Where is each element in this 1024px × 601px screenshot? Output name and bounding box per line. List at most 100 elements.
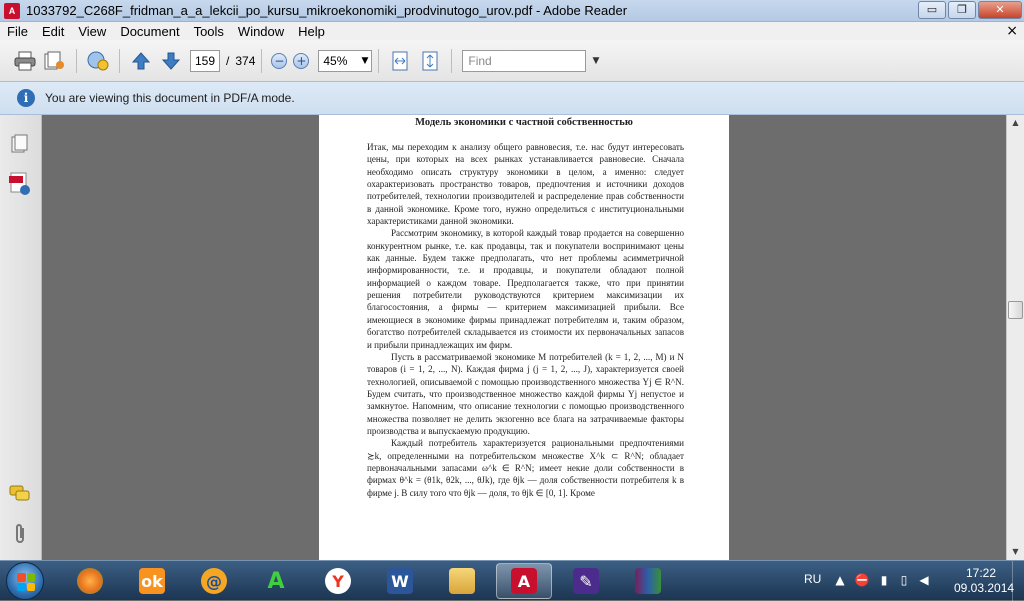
find-input[interactable]: Find ▼ bbox=[462, 49, 599, 72]
minus-icon: − bbox=[274, 53, 285, 68]
menu-bar: File Edit View Document Tools Window Hel… bbox=[0, 22, 1024, 40]
taskbar-green-app[interactable]: A bbox=[248, 563, 304, 599]
clock-time: 17:22 bbox=[965, 566, 997, 580]
pages-panel-button[interactable] bbox=[9, 133, 31, 155]
menu-file[interactable]: File bbox=[0, 24, 35, 39]
paperclip-icon bbox=[16, 524, 24, 543]
pages-icon bbox=[11, 134, 28, 153]
clock[interactable]: 17:22 09.03.2014 bbox=[954, 566, 1014, 596]
mail-at-icon: @ bbox=[201, 568, 227, 594]
plus-icon: + bbox=[296, 53, 307, 68]
toolbar-separator bbox=[119, 48, 120, 73]
taskbar-explorer[interactable] bbox=[434, 563, 490, 599]
navigation-panel bbox=[0, 115, 42, 560]
paragraph: Каждый потребитель характеризуется рацио… bbox=[367, 438, 684, 498]
previous-page-button[interactable] bbox=[128, 48, 154, 74]
taskbar-browser[interactable] bbox=[62, 563, 118, 599]
fit-page-button[interactable] bbox=[417, 48, 443, 74]
print-button[interactable] bbox=[12, 48, 38, 74]
system-tray: RU ▲ ⛔ ▮ ▯ ◀ 17:22 09.03.2014 bbox=[774, 561, 1024, 601]
pen-book-icon: ✎ bbox=[573, 568, 599, 594]
taskbar-adobe-reader[interactable]: A bbox=[496, 563, 552, 599]
toolbar-separator bbox=[451, 48, 453, 73]
taskbar-word[interactable]: W bbox=[372, 563, 428, 599]
toolbar-separator bbox=[378, 48, 380, 73]
zoom-level-value: 45% bbox=[323, 53, 348, 68]
network-signal-icon[interactable]: ▮ bbox=[876, 573, 892, 589]
page-body-text: Итак, мы переходим к анализу общего равн… bbox=[367, 141, 684, 499]
document-view[interactable]: Модель экономики с частной собственность… bbox=[43, 115, 1006, 560]
next-page-button[interactable] bbox=[158, 48, 184, 74]
scroll-up-arrow-icon[interactable]: ▲ bbox=[1007, 115, 1024, 131]
collaborate-button[interactable] bbox=[85, 48, 111, 74]
menu-view[interactable]: View bbox=[71, 24, 113, 39]
fit-width-button[interactable] bbox=[387, 48, 413, 74]
power-icon[interactable]: ▯ bbox=[896, 573, 912, 589]
yandex-icon: Y bbox=[325, 568, 351, 594]
taskbar-winrar[interactable] bbox=[620, 563, 676, 599]
title-bar: A 1033792_C268F_fridman_a_a_lekcii_po_ku… bbox=[0, 0, 1024, 22]
printer-icon bbox=[14, 51, 36, 70]
adobe-reader-app-icon: A bbox=[4, 2, 20, 19]
maximize-button[interactable]: ❐ bbox=[948, 1, 976, 19]
minimize-button[interactable]: ▭ bbox=[918, 1, 946, 19]
paragraph: Пусть в рассматриваемой экономике M потр… bbox=[367, 351, 684, 436]
menu-edit[interactable]: Edit bbox=[35, 24, 71, 39]
arrow-up-icon bbox=[131, 51, 151, 69]
browser-globe-icon bbox=[77, 568, 103, 594]
vertical-scrollbar[interactable]: ▲ ▼ bbox=[1006, 115, 1024, 560]
zoom-in-button[interactable]: + bbox=[293, 52, 310, 69]
windows-taskbar: ok @ A Y W A ✎ RU ▲ ⛔ ▮ ▯ ◀ 17:22 09.03.… bbox=[0, 560, 1024, 601]
menu-help[interactable]: Help bbox=[291, 24, 332, 39]
attachments-panel-button[interactable] bbox=[9, 523, 31, 545]
attachments-pdf-button[interactable] bbox=[9, 172, 31, 195]
page-separator: / bbox=[226, 53, 230, 68]
window-controls: ▭ ❐ ✕ bbox=[916, 1, 1022, 19]
find-placeholder: Find bbox=[468, 53, 492, 68]
info-icon: i bbox=[17, 89, 35, 107]
language-indicator[interactable]: RU bbox=[804, 572, 821, 586]
folder-icon bbox=[449, 568, 475, 594]
taskbar-mail-agent[interactable]: @ bbox=[186, 563, 242, 599]
fit-width-icon bbox=[392, 51, 408, 70]
comment-bubbles-icon bbox=[9, 485, 30, 501]
find-options-arrow-icon[interactable]: ▼ bbox=[592, 51, 599, 71]
pdf-page: Модель экономики с частной собственность… bbox=[319, 115, 729, 560]
security-alert-icon[interactable]: ⛔ bbox=[854, 573, 870, 589]
paragraph: Рассмотрим экономику, в которой каждый т… bbox=[367, 228, 684, 350]
show-desktop-button[interactable] bbox=[1012, 561, 1024, 601]
scroll-down-arrow-icon[interactable]: ▼ bbox=[1007, 544, 1024, 560]
page-number-input[interactable]: 159 bbox=[190, 49, 220, 72]
word-icon: W bbox=[387, 568, 413, 594]
dropdown-arrow-icon: ▼ bbox=[361, 55, 369, 66]
comments-panel-button[interactable] bbox=[9, 483, 31, 505]
pdf-info-icon bbox=[9, 172, 30, 195]
odnoklassniki-icon: ok bbox=[139, 568, 165, 594]
show-hidden-icons-icon[interactable]: ▲ bbox=[832, 573, 848, 589]
close-button[interactable]: ✕ bbox=[978, 1, 1022, 19]
pdfa-message: You are viewing this document in PDF/A m… bbox=[45, 91, 295, 105]
zoom-out-button[interactable]: − bbox=[271, 52, 288, 69]
paragraph: Итак, мы переходим к анализу общего равн… bbox=[367, 142, 684, 227]
start-button[interactable] bbox=[6, 562, 44, 600]
volume-muted-icon[interactable]: ◀ bbox=[916, 573, 932, 589]
globe-gear-icon bbox=[87, 51, 109, 70]
winrar-icon bbox=[635, 568, 661, 594]
menu-tools[interactable]: Tools bbox=[187, 24, 231, 39]
fit-page-icon bbox=[422, 51, 438, 70]
section-title: Модель экономики с частной собственность… bbox=[415, 117, 633, 128]
share-button[interactable] bbox=[42, 48, 68, 74]
menu-document[interactable]: Document bbox=[113, 24, 186, 39]
close-document-button[interactable]: × bbox=[1006, 23, 1018, 39]
taskbar-djvu-reader[interactable]: ✎ bbox=[558, 563, 614, 599]
pdfa-info-bar: i You are viewing this document in PDF/A… bbox=[0, 82, 1024, 115]
taskbar-odnoklassniki[interactable]: ok bbox=[124, 563, 180, 599]
scrollbar-thumb[interactable] bbox=[1008, 301, 1023, 319]
total-pages: 374 bbox=[235, 53, 256, 68]
taskbar-yandex-browser[interactable]: Y bbox=[310, 563, 366, 599]
toolbar-separator bbox=[261, 48, 263, 73]
zoom-level-select[interactable]: 45% ▼ bbox=[318, 49, 373, 72]
arrow-down-icon bbox=[161, 52, 181, 70]
windows-logo-icon bbox=[17, 573, 35, 591]
menu-window[interactable]: Window bbox=[231, 24, 291, 39]
